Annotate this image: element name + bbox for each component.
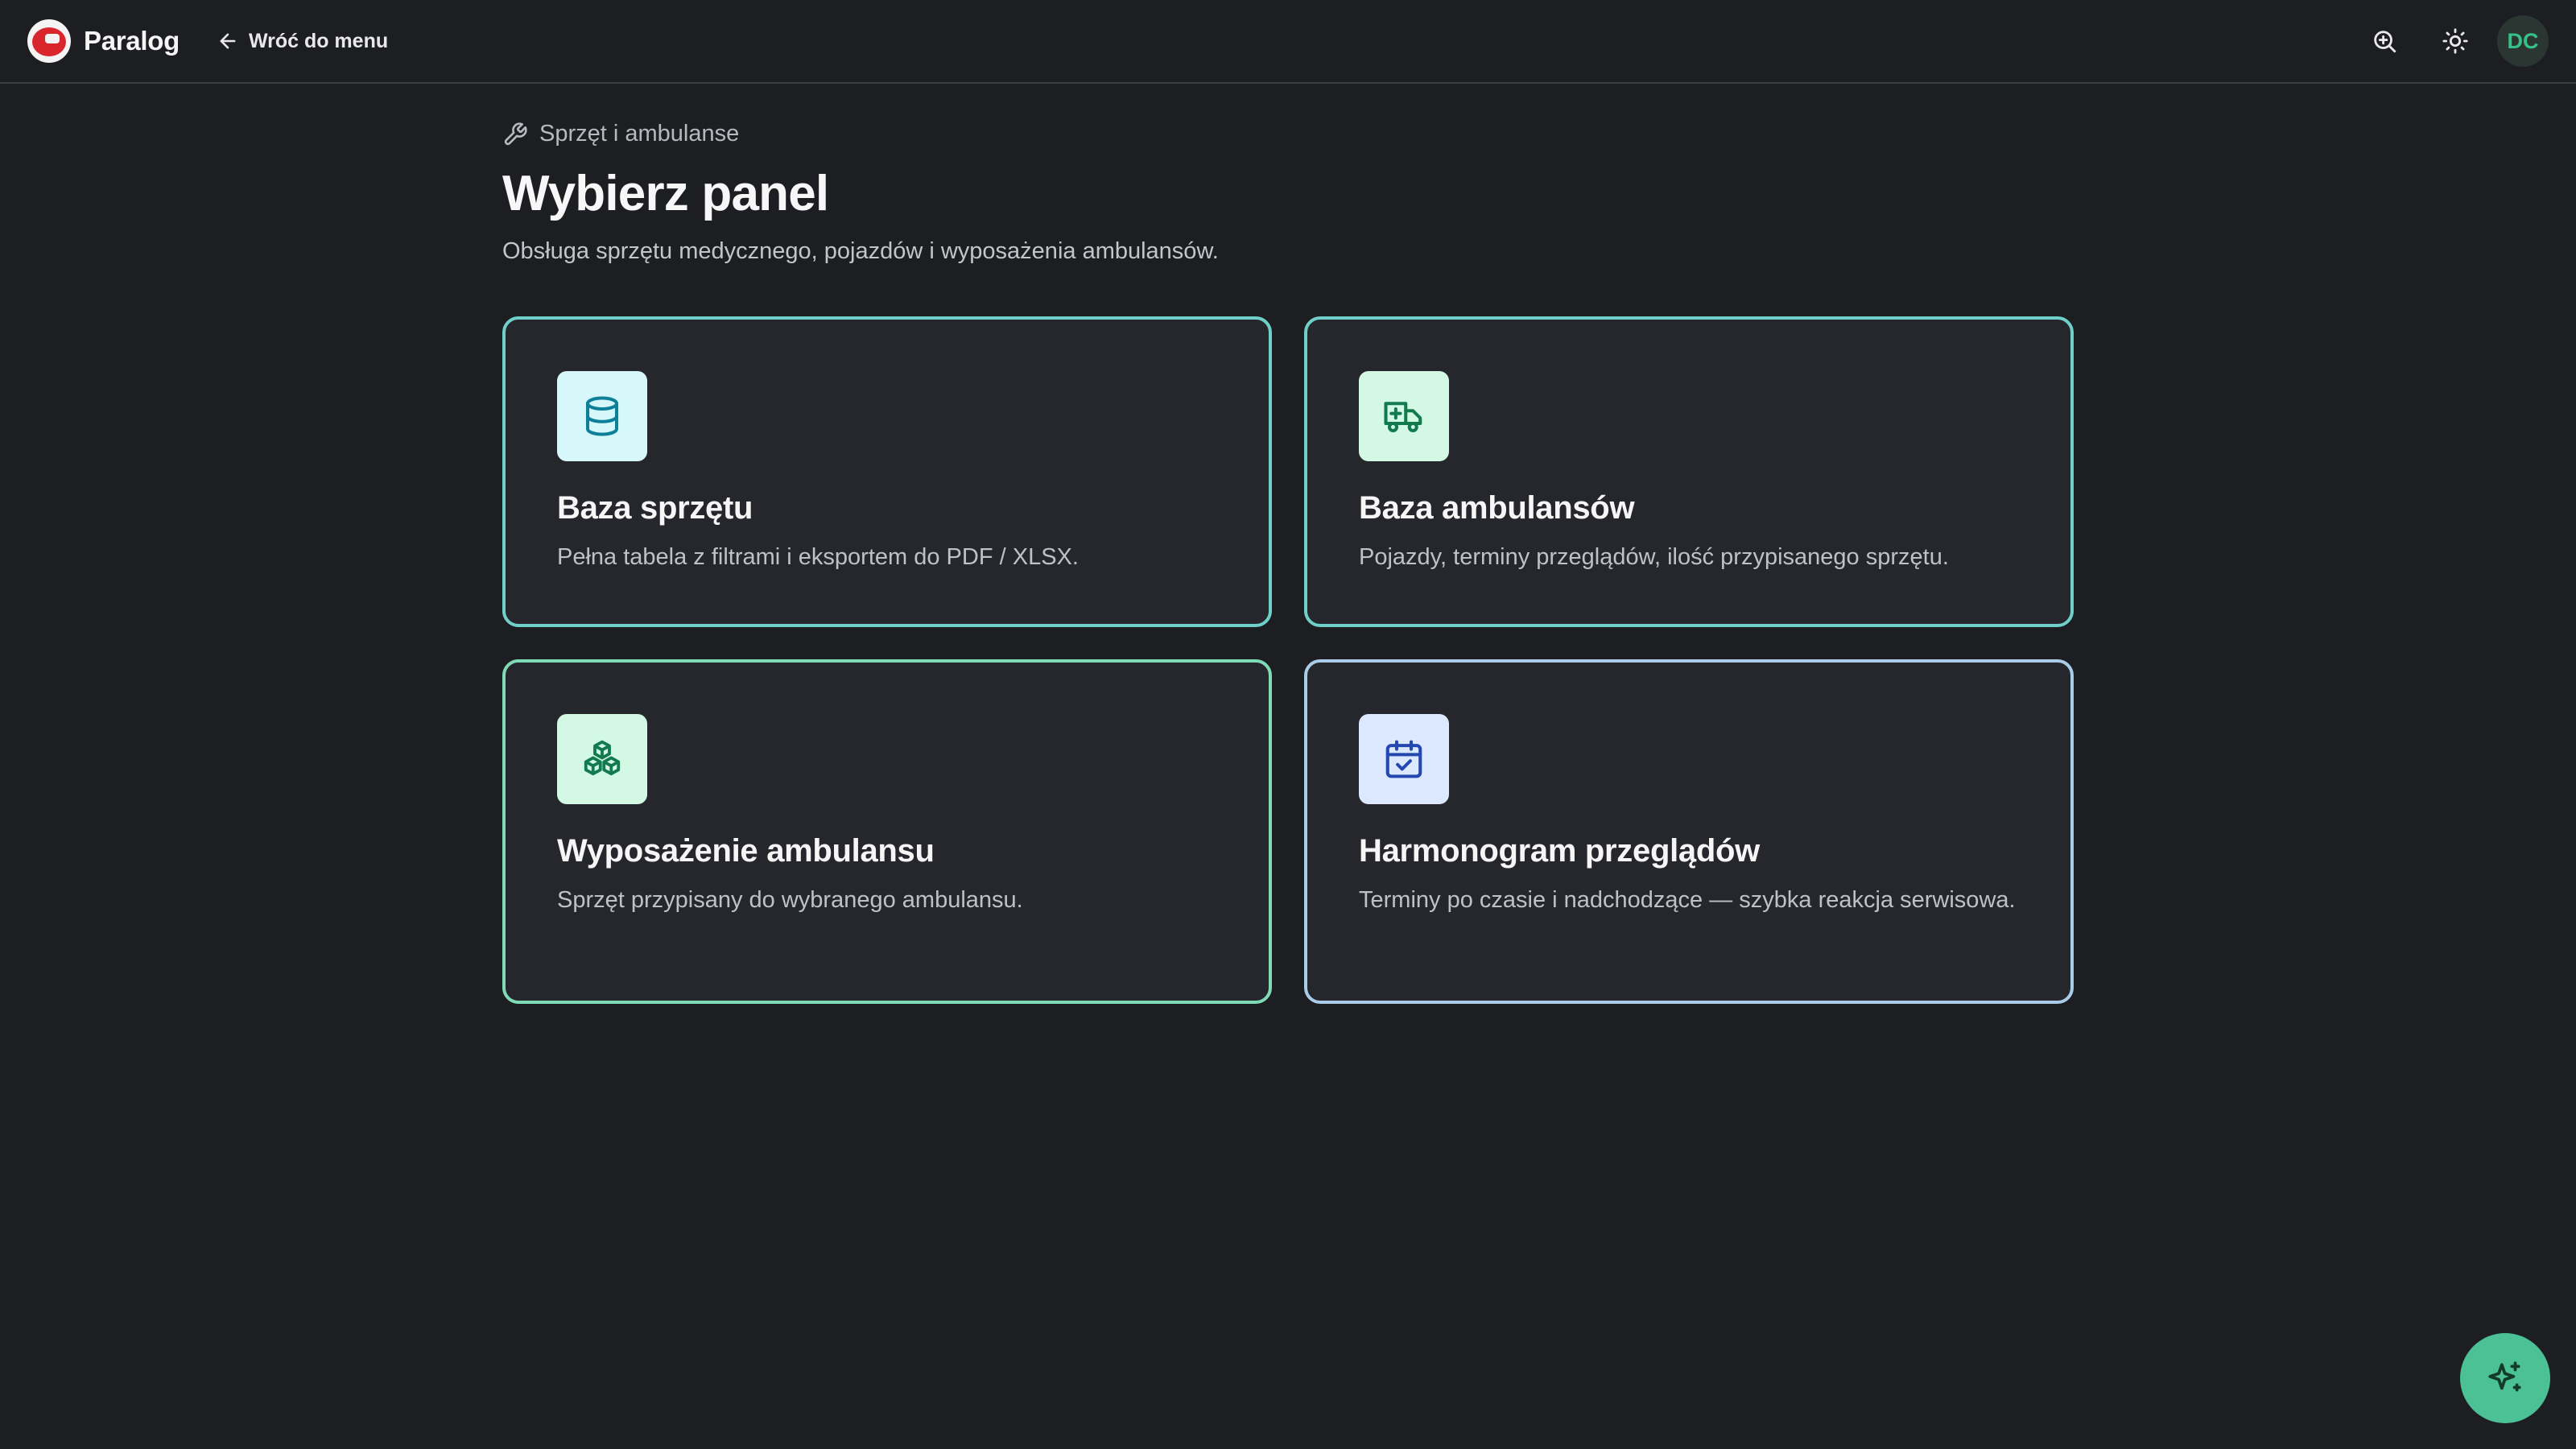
top-bar: Paralog Wróć do menu DC: [0, 0, 2576, 84]
boxes-icon: [584, 740, 621, 776]
card-icon-tile: [1359, 714, 1449, 804]
card-title: Baza sprzętu: [557, 490, 753, 526]
back-to-menu-link[interactable]: Wróć do menu: [217, 30, 388, 53]
page-title: Wybierz panel: [502, 166, 829, 221]
theme-toggle-button[interactable]: [2433, 19, 2478, 64]
page-subtitle: Obsługa sprzętu medycznego, pojazdów i w…: [502, 238, 1219, 264]
card-description: Pełna tabela z filtrami i eksportem do P…: [557, 544, 1079, 570]
sun-icon: [2442, 28, 2468, 54]
card-icon-tile: [1359, 371, 1449, 461]
sparkles-icon: [2488, 1361, 2521, 1392]
panel-grid: Baza sprzętu Pełna tabela z filtrami i e…: [502, 316, 2074, 1004]
card-description: Terminy po czasie i nadchodzące — szybka…: [1359, 887, 2016, 913]
zoom-button[interactable]: [2362, 19, 2407, 64]
card-title: Harmonogram przeglądów: [1359, 833, 1760, 869]
card-equipment-database[interactable]: Baza sprzętu Pełna tabela z filtrami i e…: [502, 316, 1272, 627]
breadcrumb: Sprzęt i ambulanse: [502, 121, 2074, 147]
user-avatar[interactable]: DC: [2497, 15, 2549, 67]
card-ambulance-equipment[interactable]: Wyposażenie ambulansu Sprzęt przypisany …: [502, 659, 1272, 1004]
card-icon-tile: [557, 371, 647, 461]
database-icon: [585, 396, 619, 436]
brand-name[interactable]: Paralog: [84, 26, 180, 56]
ai-assistant-button[interactable]: [2460, 1333, 2550, 1423]
ambulance-icon: [1384, 402, 1422, 433]
wrench-icon: [504, 122, 527, 145]
card-description: Sprzęt przypisany do wybranego ambulansu…: [557, 887, 1023, 913]
header-actions: DC: [2336, 15, 2549, 67]
card-description: Pojazdy, terminy przeglądów, ilość przyp…: [1359, 544, 1949, 570]
arrow-left-icon: [220, 33, 236, 49]
calendar-check-icon: [1385, 740, 1422, 778]
card-title: Baza ambulansów: [1359, 490, 1635, 526]
breadcrumb-label: Sprzęt i ambulanse: [539, 121, 740, 147]
card-ambulance-database[interactable]: Baza ambulansów Pojazdy, terminy przeglą…: [1304, 316, 2074, 627]
zoom-in-icon: [2374, 31, 2396, 53]
card-inspection-schedule[interactable]: Harmonogram przeglądów Terminy po czasie…: [1304, 659, 2074, 1004]
app-logo[interactable]: [27, 19, 71, 63]
card-icon-tile: [557, 714, 647, 804]
main-content: Sprzęt i ambulanse Wybierz panel Obsługa…: [502, 121, 2074, 1004]
back-to-menu-label: Wróć do menu: [248, 29, 389, 52]
card-title: Wyposażenie ambulansu: [557, 833, 935, 869]
